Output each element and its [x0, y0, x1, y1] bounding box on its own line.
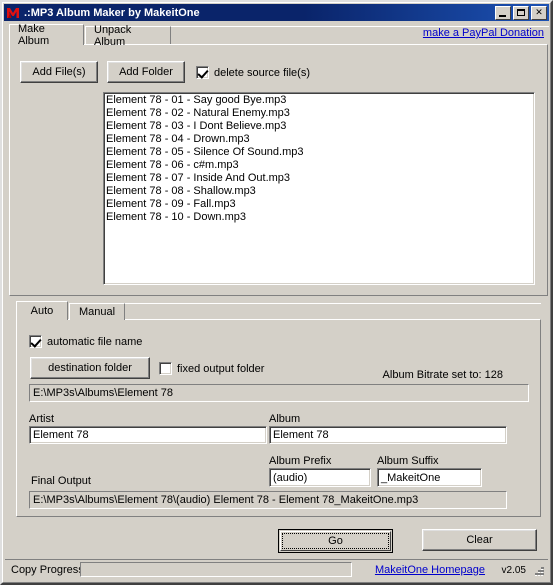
album-value: Element 78 [273, 429, 329, 441]
list-item[interactable]: Element 78 - 02 - Natural Enemy.mp3 [106, 107, 534, 120]
final-output-label: Final Output [31, 475, 91, 487]
auto-settings-panel: automatic file name destination folder f… [16, 319, 541, 517]
album-suffix-input[interactable]: _MakeitOne [377, 468, 482, 487]
album-suffix-value: _MakeitOne [381, 471, 441, 484]
app-logo-svg [5, 5, 21, 20]
file-list[interactable]: Element 78 - 01 - Say good Bye.mp3 Eleme… [103, 92, 535, 285]
paypal-donation-link[interactable]: make a PayPal Donation [423, 27, 544, 39]
final-output-value: E:\MP3s\Albums\Element 78\(audio) Elemen… [33, 494, 419, 506]
album-suffix-label: Album Suffix [377, 455, 439, 467]
application-window: .:MP3 Album Maker by MakeitOne ✕ Make Al… [0, 0, 553, 585]
automatic-file-name-label: automatic file name [47, 335, 143, 348]
minimize-icon [499, 14, 506, 17]
final-output-field[interactable]: E:\MP3s\Albums\Element 78\(audio) Elemen… [29, 491, 507, 509]
add-files-label: Add File(s) [32, 66, 86, 78]
app-logo-icon [5, 5, 21, 20]
delete-source-label: delete source file(s) [214, 66, 310, 79]
list-item[interactable]: Element 78 - 05 - Silence Of Sound.mp3 [106, 146, 534, 159]
add-folder-button[interactable]: Add Folder [107, 61, 185, 83]
add-files-button[interactable]: Add File(s) [20, 61, 98, 83]
list-item[interactable]: Element 78 - 01 - Say good Bye.mp3 [106, 94, 534, 107]
list-item[interactable]: Element 78 - 07 - Inside And Out.mp3 [106, 172, 534, 185]
version-label: v2.05 [501, 565, 526, 576]
list-item[interactable]: Element 78 - 09 - Fall.mp3 [106, 198, 534, 211]
delete-source-checkbox-row[interactable]: delete source file(s) [196, 66, 310, 79]
tab-manual-label: Manual [78, 306, 116, 318]
destination-path-field[interactable]: E:\MP3s\Albums\Element 78 [29, 384, 529, 402]
list-item[interactable]: Element 78 - 03 - I Dont Believe.mp3 [106, 120, 534, 133]
destination-folder-label: destination folder [48, 362, 132, 374]
close-icon: ✕ [535, 7, 543, 17]
fixed-output-folder-label: fixed output folder [177, 362, 265, 375]
list-item[interactable]: Element 78 - 10 - Down.mp3 [106, 211, 534, 224]
mode-tab-strip-filler [125, 303, 541, 319]
artist-label: Artist [29, 413, 55, 425]
clear-button-label: Clear [466, 534, 493, 546]
tab-make-album-label: Make Album [18, 23, 50, 47]
go-button-label: Go [328, 535, 343, 547]
maximize-button[interactable] [513, 5, 529, 20]
copy-progress-label: Copy Progress [11, 564, 84, 576]
make-album-panel: Add File(s) Add Folder delete source fil… [9, 44, 548, 296]
automatic-file-name-checkbox-row[interactable]: automatic file name [29, 335, 142, 348]
list-item[interactable]: Element 78 - 06 - c#m.mp3 [106, 159, 534, 172]
artist-value: Element 78 [33, 429, 89, 441]
automatic-file-name-checkbox[interactable] [29, 335, 42, 348]
go-button[interactable]: Go [278, 529, 393, 553]
window-title: .:MP3 Album Maker by MakeitOne [24, 6, 200, 19]
fixed-output-folder-checkbox[interactable] [159, 362, 172, 375]
close-button[interactable]: ✕ [531, 5, 547, 20]
list-item[interactable]: Element 78 - 04 - Drown.mp3 [106, 133, 534, 146]
clear-button[interactable]: Clear [422, 529, 537, 551]
tab-unpack-album-label: Unpack Album [94, 23, 132, 48]
album-prefix-label: Album Prefix [269, 455, 332, 467]
album-label: Album [269, 413, 301, 425]
title-bar[interactable]: .:MP3 Album Maker by MakeitOne ✕ [4, 4, 549, 21]
copy-progress-bar [80, 562, 352, 577]
album-prefix-value: (audio) [273, 471, 308, 484]
resize-grip[interactable] [532, 565, 546, 579]
tab-make-album[interactable]: Make Album [9, 23, 84, 47]
album-prefix-input[interactable]: (audio) [269, 468, 371, 487]
destination-folder-button[interactable]: destination folder [30, 357, 150, 379]
list-item[interactable]: Element 78 - 08 - Shallow.mp3 [106, 185, 534, 198]
tab-manual[interactable]: Manual [69, 303, 125, 320]
maximize-icon [517, 8, 525, 16]
status-bar: Copy Progress MakeitOne Homepage v2.05 [5, 559, 548, 580]
mode-tab-strip: Auto Manual [16, 301, 541, 320]
artist-input[interactable]: Element 78 [29, 426, 267, 444]
makeitone-homepage-link[interactable]: MakeitOne Homepage [375, 564, 485, 576]
tab-auto[interactable]: Auto [16, 301, 68, 320]
tab-auto-label: Auto [30, 305, 54, 317]
album-bitrate-label: Album Bitrate set to: 128 [382, 369, 503, 381]
destination-path-value: E:\MP3s\Albums\Element 78 [33, 387, 174, 399]
add-folder-label: Add Folder [119, 66, 173, 78]
delete-source-checkbox[interactable] [196, 66, 209, 79]
album-input[interactable]: Element 78 [269, 426, 507, 444]
tab-unpack-album[interactable]: Unpack Album [85, 24, 171, 48]
fixed-output-folder-checkbox-row[interactable]: fixed output folder [159, 362, 264, 375]
minimize-button[interactable] [495, 5, 511, 20]
